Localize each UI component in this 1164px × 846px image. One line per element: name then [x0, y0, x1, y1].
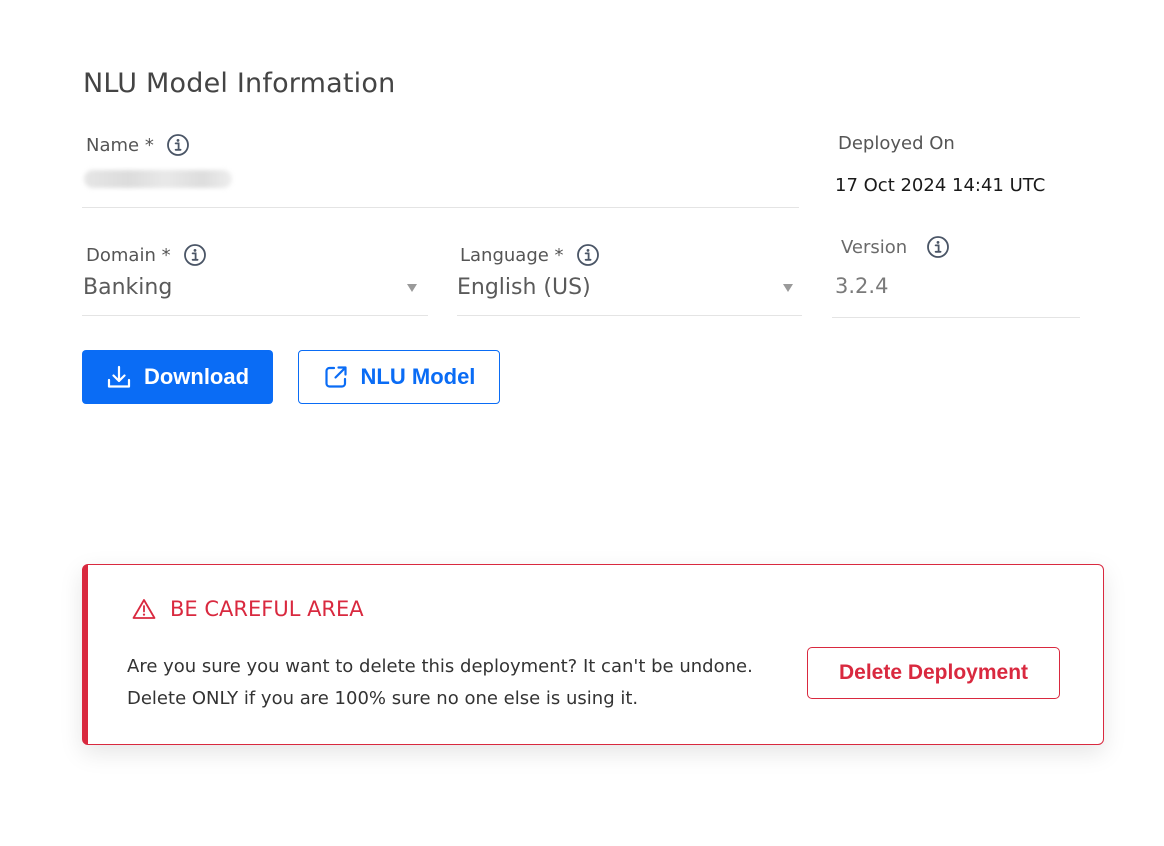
caret-down-icon	[783, 284, 793, 292]
danger-zone-title: BE CAREFUL AREA	[170, 597, 364, 621]
info-icon[interactable]	[166, 133, 190, 157]
info-icon[interactable]	[183, 243, 207, 267]
nlu-model-button[interactable]: NLU Model	[298, 350, 500, 404]
danger-zone-message: Are you sure you want to delete this dep…	[127, 656, 753, 709]
language-select[interactable]: English (US)	[457, 272, 802, 316]
warning-icon	[132, 598, 156, 620]
domain-label: Domain *	[86, 244, 171, 266]
language-value: English (US)	[457, 275, 591, 300]
version-label: Version	[841, 236, 908, 258]
danger-zone-card: BE CAREFUL AREA Are you sure you want to…	[82, 564, 1104, 745]
language-label-row: Language *	[460, 243, 600, 267]
caret-down-icon	[407, 284, 417, 292]
version-underline	[832, 317, 1080, 318]
domain-select[interactable]: Banking	[82, 272, 428, 316]
language-underline	[457, 315, 802, 316]
version-value: 3.2.4	[835, 274, 889, 298]
danger-zone-title-row: BE CAREFUL AREA	[132, 597, 364, 621]
delete-deployment-label: Delete Deployment	[838, 661, 1029, 684]
page-title: NLU Model Information	[83, 68, 396, 99]
domain-underline	[82, 315, 428, 316]
name-value-redacted[interactable]	[84, 170, 232, 188]
domain-label-row: Domain *	[86, 243, 207, 267]
external-link-icon	[323, 364, 349, 390]
nlu-model-label: NLU Model	[360, 364, 476, 389]
download-button[interactable]: Download	[82, 350, 273, 404]
download-label: Download	[143, 364, 250, 389]
deployed-on-label-row: Deployed On	[838, 133, 955, 154]
download-icon	[106, 364, 132, 390]
name-label-row: Name *	[86, 133, 190, 157]
deployed-on-value: 17 Oct 2024 14:41 UTC	[835, 175, 1046, 196]
info-icon[interactable]	[576, 243, 600, 267]
language-label: Language *	[460, 244, 564, 266]
delete-deployment-button[interactable]: Delete Deployment	[807, 647, 1060, 699]
version-label-row: Version	[841, 235, 950, 259]
deployed-on-label: Deployed On	[838, 133, 955, 154]
name-label: Name *	[86, 134, 154, 156]
name-underline	[82, 207, 799, 208]
domain-value: Banking	[83, 275, 173, 300]
info-icon[interactable]	[926, 235, 950, 259]
